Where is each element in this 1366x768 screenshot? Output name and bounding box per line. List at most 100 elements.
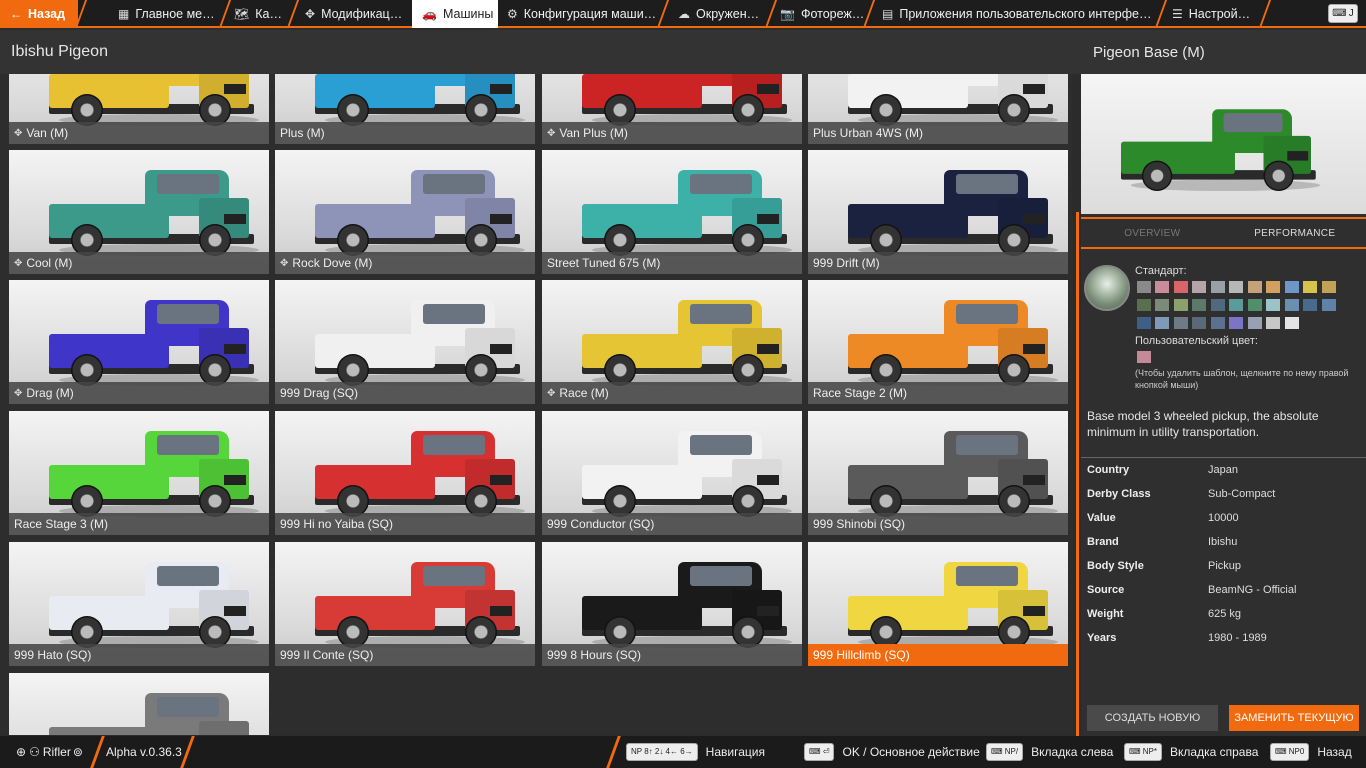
tab-ui-apps[interactable]: ▤ Приложения пользовательского интерфе… [882, 0, 1160, 28]
paint-swatch[interactable] [1192, 317, 1206, 329]
vehicle-config-card[interactable]: 999 Drag (SQ) [275, 280, 535, 404]
vehicle-config-card[interactable]: ✥ Race (M) [542, 280, 802, 404]
vehicle-config-card[interactable]: 999 Hato (SQ) [9, 542, 269, 666]
card-label: 999 Shinobi (SQ) [813, 517, 906, 531]
paint-swatch[interactable] [1174, 281, 1188, 293]
car-grill [1023, 344, 1045, 354]
paint-swatch[interactable] [1285, 299, 1299, 311]
paint-swatch[interactable] [1155, 317, 1169, 329]
vehicle-config-card[interactable]: Race Stage 2 (M) [808, 280, 1068, 404]
user-badge[interactable]: ⊕ ⚇ Rifler ⊚ [16, 736, 83, 768]
card-label: 999 Hillclimb (SQ) [813, 648, 910, 662]
replace-current-button[interactable]: ЗАМЕНИТЬ ТЕКУЩУЮ [1229, 705, 1359, 731]
paint-swatch[interactable] [1229, 317, 1243, 329]
vehicle-config-card[interactable]: 999 Drift (M) [808, 150, 1068, 274]
vehicle-config-grid: ✥ Van (M) Plus (M) ✥ Van Plus (M) Plus Urban … [0, 74, 1078, 735]
car-grill [1287, 151, 1309, 161]
car-window [157, 566, 219, 586]
vehicle-config-card[interactable]: 999 Hi no Yaiba (SQ) [275, 411, 535, 535]
tab-photo-mode[interactable]: 📷 Фотореж… [780, 0, 866, 28]
car-window [157, 174, 219, 194]
paint-swatch[interactable] [1285, 317, 1299, 329]
paint-swatch[interactable] [1248, 299, 1262, 311]
paint-swatch[interactable] [1322, 299, 1336, 311]
key-text: NP* [1142, 747, 1158, 756]
card-label: Plus (M) [280, 126, 325, 140]
custom-paint-swatch[interactable] [1137, 351, 1151, 363]
vehicle-config-card[interactable]: Race Stage 3 (M) [9, 411, 269, 535]
info-row: Derby Class Sub-Compact [1087, 488, 1357, 502]
vehicle-config-card[interactable]: Street Tuned 675 (M) [542, 150, 802, 274]
paint-swatch[interactable] [1211, 281, 1225, 293]
vehicle-config-card[interactable]: Plus (M) [275, 74, 535, 144]
vehicle-config-card[interactable]: ✥ Cool (M) [9, 150, 269, 274]
paint-swatch[interactable] [1137, 299, 1151, 311]
vehicle-config-card[interactable]: 999 8 Hours (SQ) [542, 542, 802, 666]
paint-swatch[interactable] [1137, 317, 1151, 329]
tab-performance[interactable]: PERFORMANCE [1224, 219, 1366, 247]
paint-swatch[interactable] [1322, 281, 1336, 293]
user-name: Rifler [42, 745, 71, 759]
card-caption: 999 Il Conte (SQ) [275, 644, 535, 666]
vehicle-thumbnail [315, 74, 525, 126]
paint-swatch[interactable] [1285, 281, 1299, 293]
vehicle-thumbnail [315, 286, 525, 386]
tab-vehicle-config[interactable]: ⚙ Конфигурация маши… [507, 0, 660, 28]
paint-swatch[interactable] [1229, 281, 1243, 293]
back-button[interactable]: ← Назад [0, 0, 78, 28]
tab-vehicles[interactable]: 🚗 Машины [412, 0, 498, 28]
card-caption: 999 Shinobi (SQ) [808, 513, 1068, 535]
paint-swatch[interactable] [1248, 317, 1262, 329]
hint-navigation: NP 8↑ 2↓ 4← 6→ Навигация [626, 736, 765, 768]
car-window [423, 304, 485, 324]
card-label: Van (M) [26, 126, 69, 140]
card-label: Plus Urban 4WS (M) [813, 126, 924, 140]
paint-swatch[interactable] [1211, 299, 1225, 311]
tab-map[interactable]: 🗺 Ка… [234, 0, 290, 28]
paint-swatch[interactable] [1266, 317, 1280, 329]
vehicle-config-card[interactable]: Plus Urban 4WS (M) [808, 74, 1068, 144]
vehicle-config-card[interactable]: ✥ Rock Dove (M) [275, 150, 535, 274]
paint-standard-label: Стандарт: [1135, 265, 1187, 277]
paint-swatch[interactable] [1192, 299, 1206, 311]
tab-overview[interactable]: OVERVIEW [1081, 219, 1224, 247]
tab-main-menu[interactable]: ▦ Главное ме… [118, 0, 223, 28]
vehicle-config-card[interactable]: 999 Hillclimb (SQ) [808, 542, 1068, 666]
paint-preview-thumbnail[interactable] [1084, 265, 1130, 311]
paint-swatch[interactable] [1211, 317, 1225, 329]
vehicle-config-card[interactable]: 999 Conductor (SQ) [542, 411, 802, 535]
paint-swatch[interactable] [1229, 299, 1243, 311]
paint-swatch[interactable] [1303, 281, 1317, 293]
tab-environment[interactable]: ☁ Окружен… [678, 0, 768, 28]
vehicle-config-card[interactable]: ✥ Van (M) [9, 74, 269, 144]
card-label: 999 Conductor (SQ) [547, 517, 655, 531]
info-value: Pickup [1208, 560, 1242, 572]
card-caption: Race Stage 3 (M) [9, 513, 269, 535]
create-new-button[interactable]: СОЗДАТЬ НОВУЮ [1087, 705, 1218, 731]
paint-swatch[interactable] [1155, 281, 1169, 293]
vehicle-config-card[interactable]: ✥ Van Plus (M) [542, 74, 802, 144]
paint-swatch[interactable] [1266, 281, 1280, 293]
paint-swatch[interactable] [1174, 299, 1188, 311]
vehicle-thumbnail [315, 156, 525, 256]
paint-swatch[interactable] [1192, 281, 1206, 293]
vehicle-config-card[interactable]: 999 Il Conte (SQ) [275, 542, 535, 666]
paint-swatch[interactable] [1174, 317, 1188, 329]
vehicle-thumbnail [315, 417, 525, 517]
vehicle-config-card[interactable] [9, 673, 269, 735]
card-label: 999 Drift (M) [813, 256, 880, 270]
paint-swatch[interactable] [1303, 299, 1317, 311]
card-label: Race Stage 2 (M) [813, 386, 908, 400]
car-wheel [1263, 160, 1294, 191]
vehicle-config-card[interactable]: ✥ Drag (M) [9, 280, 269, 404]
paint-swatch[interactable] [1266, 299, 1280, 311]
car-window [157, 435, 219, 455]
paint-swatch[interactable] [1248, 281, 1262, 293]
paint-swatch[interactable] [1137, 281, 1151, 293]
tab-mods[interactable]: ✥ Модификац… [305, 0, 408, 28]
tab-settings[interactable]: ☰ Настрой… [1172, 0, 1262, 28]
vehicle-config-card[interactable]: 999 Shinobi (SQ) [808, 411, 1068, 535]
info-key: Weight [1087, 608, 1124, 620]
weather-icon: ☁ [678, 7, 690, 21]
paint-swatch[interactable] [1155, 299, 1169, 311]
